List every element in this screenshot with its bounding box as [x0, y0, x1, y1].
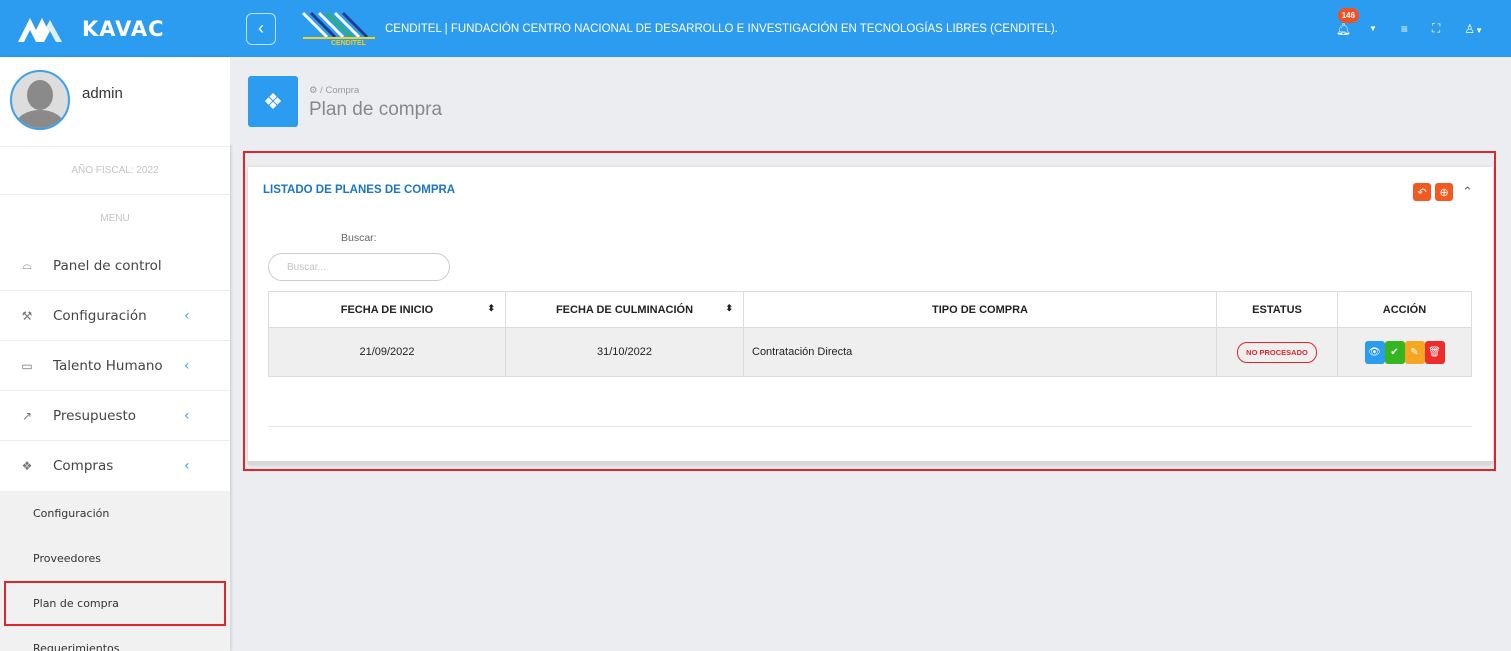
- collapse-chevron-up-icon[interactable]: ⌃: [1462, 184, 1473, 200]
- cenditel-logo: CENDITEL: [301, 7, 377, 51]
- page-header: ❖ ⚙ / Compra Plan de compra: [230, 57, 1511, 145]
- submenu-item-requerimientos[interactable]: Requerimientos: [0, 626, 230, 651]
- username: admin: [82, 85, 123, 102]
- user-icon: ♙: [1464, 21, 1476, 36]
- brand[interactable]: KAVAC: [0, 0, 230, 57]
- sidebar-item-talento-humano[interactable]: ▭ Talento Humano ‹: [0, 341, 230, 391]
- cell-end-date: 31/10/2022: [505, 327, 744, 377]
- search-input[interactable]: [268, 253, 450, 281]
- chevron-left-icon: ‹: [184, 307, 190, 324]
- top-right-controls: 🔔︎ 146 ▼ ≡ ⛶ ♙▼: [1336, 0, 1511, 57]
- column-label: TIPO DE COMPRA: [932, 303, 1028, 316]
- home-icon[interactable]: ⚙: [309, 85, 318, 96]
- cenditel-caption: CENDITEL: [331, 39, 366, 47]
- sidebar: admin AÑO FISCAL: 2022 MENU ⌓ Panel de c…: [0, 57, 230, 651]
- purchase-plans-table: FECHA DE INICIO ⬍ FECHA DE CULMINACIÓN ⬍…: [268, 291, 1472, 377]
- dropbox-icon: ❖: [21, 459, 33, 473]
- chevron-left-icon: ‹: [184, 458, 190, 474]
- brand-name: KAVAC: [82, 16, 165, 41]
- trash-icon: 🗑︎: [1428, 346, 1441, 358]
- sidebar-item-panel-de-control[interactable]: ⌓ Panel de control: [0, 241, 230, 291]
- check-icon: ✔: [1390, 346, 1399, 358]
- top-navbar: KAVAC ‹ CENDITEL CENDITEL | FUNDACIÓN CE…: [0, 0, 1511, 57]
- database-icon[interactable]: ≡: [1401, 22, 1408, 36]
- sort-icon[interactable]: ⬍: [725, 303, 733, 314]
- user-profile: admin: [0, 57, 230, 147]
- folder-icon: ▭: [21, 358, 33, 373]
- chevron-left-icon: ‹: [258, 18, 264, 38]
- menu-title: MENU: [100, 212, 130, 224]
- column-label: ESTATUS: [1252, 303, 1302, 316]
- kavac-logo-icon: [18, 17, 62, 42]
- divider: [268, 426, 1472, 427]
- add-button[interactable]: ⊕: [1435, 183, 1454, 201]
- sidebar-item-presupuesto[interactable]: ↗ Presupuesto ‹: [0, 391, 230, 441]
- chevron-down-icon: ▼: [1475, 25, 1483, 35]
- trend-icon: ↗: [21, 408, 33, 423]
- page-title: Plan de compra: [309, 99, 443, 120]
- plus-circle-icon: ⊕: [1439, 186, 1449, 199]
- user-menu-button[interactable]: ♙▼: [1464, 22, 1483, 36]
- table-row: 21/09/2022 31/10/2022 Contratación Direc…: [268, 327, 1472, 377]
- chevron-left-icon: ‹: [184, 357, 190, 374]
- fiscal-year: AÑO FISCAL: 2022: [0, 147, 230, 195]
- sidebar-item-label: Configuración: [53, 307, 147, 324]
- dropbox-icon: ❖: [248, 76, 298, 127]
- column-label: ACCIÓN: [1382, 303, 1427, 316]
- notifications-dropdown-caret[interactable]: ▼: [1369, 24, 1377, 33]
- sidebar-item-label: Panel de control: [53, 257, 162, 274]
- organization-name: CENDITEL | FUNDACIÓN CENTRO NACIONAL DE …: [385, 22, 1058, 35]
- sidebar-item-label: Compras: [53, 458, 114, 474]
- breadcrumb: ⚙ / Compra: [309, 85, 360, 96]
- purchase-plans-card: LISTADO DE PLANES DE COMPRA ↶ ⊕ ⌃ Buscar…: [248, 167, 1493, 464]
- tools-icon: ⚒: [21, 308, 33, 323]
- cell-status: NO PROCESADO: [1216, 327, 1338, 377]
- avatar[interactable]: [10, 70, 70, 130]
- bell-icon: 🔔︎: [1335, 21, 1351, 36]
- submenu-item-configuracion[interactable]: Configuración: [0, 491, 230, 536]
- delete-button[interactable]: 🗑︎: [1424, 340, 1445, 364]
- edit-button[interactable]: ✎: [1404, 340, 1425, 364]
- back-button[interactable]: ↶: [1413, 183, 1432, 201]
- table-header-row: FECHA DE INICIO ⬍ FECHA DE CULMINACIÓN ⬍…: [268, 291, 1472, 328]
- notifications-button[interactable]: 🔔︎ 146: [1335, 7, 1360, 36]
- cell-start-date: 21/09/2022: [268, 327, 506, 377]
- col-fecha-inicio[interactable]: FECHA DE INICIO ⬍: [268, 291, 506, 328]
- col-estatus: ESTATUS: [1216, 291, 1338, 328]
- sidebar-item-label: Talento Humano: [53, 357, 163, 374]
- compras-submenu: Configuración Proveedores Plan de compra…: [0, 491, 230, 651]
- search-label: Buscar:: [341, 232, 377, 244]
- sidebar-item-configuracion[interactable]: ⚒ Configuración ‹: [0, 291, 230, 341]
- sort-icon[interactable]: ⬍: [487, 303, 495, 314]
- notification-badge: 146: [1337, 7, 1360, 23]
- sidebar-toggle-button[interactable]: ‹: [246, 12, 276, 45]
- undo-icon: ↶: [1417, 186, 1427, 199]
- column-label: FECHA DE CULMINACIÓN: [555, 303, 694, 316]
- submenu-item-proveedores[interactable]: Proveedores: [0, 536, 230, 581]
- view-button[interactable]: 👁︎: [1364, 340, 1385, 364]
- sidebar-item-label: Presupuesto: [53, 407, 137, 424]
- cell-actions: 👁︎ ✔ ✎ 🗑︎: [1337, 327, 1472, 377]
- edit-icon: ✎: [1410, 346, 1419, 358]
- breadcrumb-item[interactable]: Compra: [325, 85, 359, 96]
- cell-purchase-type: Contratación Directa: [743, 327, 1217, 377]
- eye-icon: 👁︎: [1368, 346, 1381, 358]
- status-badge: NO PROCESADO: [1237, 341, 1317, 363]
- card-tools: ↶ ⊕ ⌃: [1409, 183, 1473, 201]
- fullscreen-icon[interactable]: ⛶: [1432, 21, 1440, 36]
- col-accion: ACCIÓN: [1337, 291, 1472, 328]
- sidebar-item-compras[interactable]: ❖ Compras ‹: [0, 441, 230, 491]
- submenu-item-plan-de-compra[interactable]: Plan de compra: [4, 581, 226, 626]
- dashboard-icon: ⌓: [22, 258, 32, 272]
- column-label: FECHA DE INICIO: [340, 303, 434, 316]
- col-fecha-culminacion[interactable]: FECHA DE CULMINACIÓN ⬍: [505, 291, 744, 328]
- card-title: LISTADO DE PLANES DE COMPRA: [263, 184, 456, 196]
- col-tipo-compra: TIPO DE COMPRA: [743, 291, 1217, 328]
- chevron-left-icon: ‹: [184, 407, 190, 424]
- approve-button[interactable]: ✔: [1384, 340, 1405, 364]
